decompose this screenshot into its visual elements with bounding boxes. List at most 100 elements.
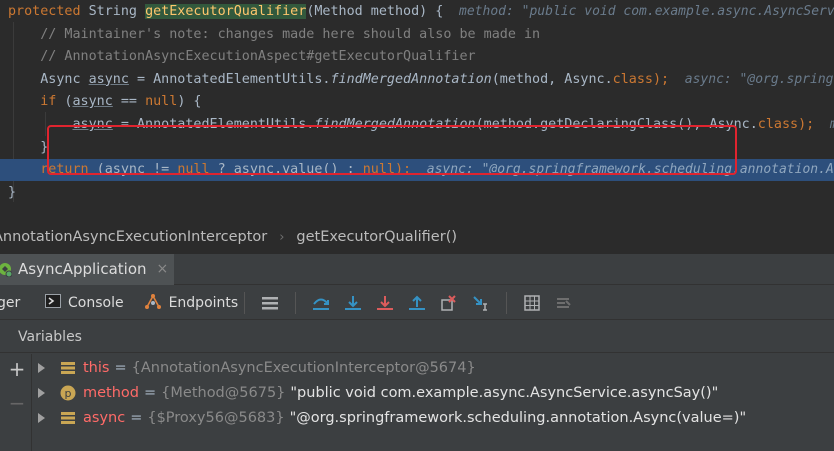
trace-icon (557, 297, 571, 308)
variables-panel[interactable]: + − this = {AnnotationAsyncExecutionInte… (0, 354, 834, 451)
expand-arrow-icon[interactable] (36, 363, 46, 373)
tab-console[interactable]: Console (45, 286, 124, 320)
show-execution-point-icon (262, 296, 279, 309)
code-token: = AnnotatedElementUtils. (128, 71, 331, 87)
tab-endpoints-label: Endpoints (168, 294, 239, 311)
code-token: ); (652, 71, 670, 87)
variables-side-toolbar: + − (0, 354, 32, 451)
endpoints-icon (144, 293, 162, 313)
code-token: ); (798, 117, 815, 132)
expand-arrow-icon[interactable] (36, 413, 46, 423)
code-token: class (612, 71, 653, 87)
variable-reference: {AnnotationAsyncExecutionInterceptor@567… (131, 360, 476, 376)
equals-sign: = (114, 360, 127, 376)
show-execution-point-button[interactable] (258, 291, 282, 315)
tab-debugger[interactable]: ger (0, 286, 37, 320)
step-into-button[interactable] (341, 291, 365, 315)
step-over-button[interactable] (309, 291, 333, 315)
step-over-icon (313, 298, 330, 310)
variable-row-async[interactable]: async = {$Proxy56@5683} "@org.springfram… (36, 406, 826, 430)
variable-name: this (83, 360, 110, 376)
evaluate-expression-button[interactable] (520, 291, 544, 315)
code-token: } (8, 139, 49, 155)
breadcrumb-class[interactable]: AnnotationAsyncExecutionInterceptor (0, 229, 267, 245)
inline-debug-value: async: "@org.springframework.scheduling.… (684, 71, 834, 87)
code-token: if (40, 94, 57, 110)
variable-reference: {$Proxy56@5683} (147, 410, 285, 426)
run-tab-bar: AsyncApplication × (0, 253, 834, 285)
run-to-cursor-button[interactable] (469, 291, 493, 315)
parameter-icon: p (60, 385, 76, 401)
field-icon (60, 360, 76, 376)
toolbar-divider (244, 291, 246, 314)
close-icon[interactable]: × (157, 261, 169, 277)
variables-header: Variables (0, 321, 834, 353)
force-step-into-icon (377, 295, 394, 310)
breadcrumb-separator: › (279, 229, 285, 245)
code-editor[interactable]: protected String getExecutorQualifier(Me… (0, 0, 834, 216)
code-token: async (72, 94, 113, 110)
drop-frame-icon (441, 294, 456, 311)
expand-arrow-icon[interactable] (36, 388, 46, 398)
breadcrumb-method[interactable]: getExecutorQualifier() (296, 229, 457, 245)
variable-value: "public void com.example.async.AsyncServ… (290, 385, 719, 401)
run-to-cursor-icon (473, 295, 488, 311)
evaluate-expression-icon (524, 294, 540, 311)
code-line[interactable]: Async async = AnnotatedElementUtils.find… (0, 69, 834, 91)
code-token: Async (8, 71, 89, 87)
code-token: findMergedAnnotation (330, 71, 492, 87)
field-icon (60, 410, 76, 426)
code-token: getExecutorQualifier (145, 4, 307, 19)
debug-tool-window: AsyncApplication × ger Console Endpoints (0, 253, 834, 451)
tab-debugger-label: ger (0, 294, 21, 311)
tab-endpoints[interactable]: Endpoints (144, 286, 239, 320)
code-token: // AnnotationAsyncExecutionAspect#getExe… (8, 49, 476, 65)
variable-row-method[interactable]: p method = {Method@5675} "public void co… (36, 381, 826, 405)
code-line[interactable]: } (0, 182, 834, 204)
code-line[interactable]: protected String getExecutorQualifier(Me… (0, 1, 834, 23)
step-into-icon (345, 295, 362, 310)
code-token: null (145, 94, 178, 110)
equals-sign: = (130, 410, 143, 426)
variable-name: method (83, 385, 139, 401)
code-token: // Maintainer's note: changes made here … (8, 26, 541, 42)
remove-watch-button[interactable]: − (8, 393, 26, 413)
console-icon (45, 293, 61, 312)
code-token: protected (8, 4, 81, 19)
code-token: } (8, 184, 17, 200)
code-line[interactable]: // Maintainer's note: changes made here … (0, 24, 834, 46)
spring-boot-icon (0, 261, 12, 277)
new-watch-button[interactable]: + (8, 359, 26, 379)
equals-sign: = (144, 385, 157, 401)
trace-button[interactable] (552, 291, 576, 315)
tab-console-label: Console (68, 294, 124, 311)
variable-row-this[interactable]: this = {AnnotationAsyncExecutionIntercep… (36, 356, 826, 380)
annotation-highlight-box (47, 125, 737, 175)
run-tab-label: AsyncApplication (18, 260, 147, 278)
code-token: ( (56, 94, 73, 110)
code-token: class (757, 117, 799, 132)
toolbar-divider (506, 291, 508, 314)
run-tab-async-application[interactable]: AsyncApplication × (0, 253, 175, 285)
toolbar-divider (295, 291, 297, 314)
inline-debug-value: method: "public void com.example.async.A… (459, 4, 834, 19)
debug-toolbar: ger Console Endpoints (0, 286, 834, 320)
code-token: ) { (177, 94, 202, 110)
svg-text:p: p (65, 387, 72, 400)
breadcrumb: AnnotationAsyncExecutionInterceptor › ge… (0, 222, 834, 252)
code-line[interactable]: if (async == null) { (0, 91, 834, 113)
step-out-icon (409, 295, 426, 310)
inline-debug-value: method: "public void com.example.async.A… (814, 117, 834, 132)
code-token: (method, Async. (491, 71, 613, 87)
code-token: async (88, 71, 129, 87)
force-step-into-button[interactable] (373, 291, 397, 315)
variable-name: async (83, 410, 126, 426)
code-token: == (112, 94, 146, 110)
drop-frame-button[interactable] (437, 291, 461, 315)
step-out-button[interactable] (405, 291, 429, 315)
code-token: (Method method) { (306, 4, 444, 19)
code-token: String (80, 4, 146, 19)
code-line[interactable]: // AnnotationAsyncExecutionAspect#getExe… (0, 46, 834, 68)
